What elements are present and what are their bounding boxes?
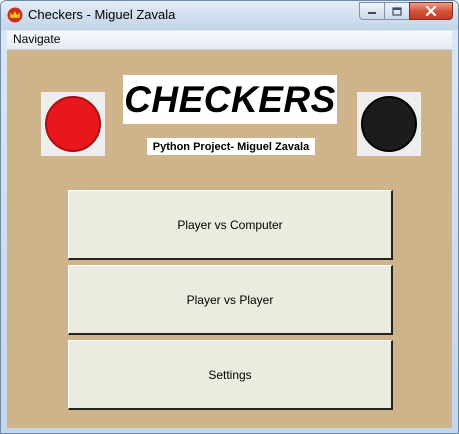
close-button[interactable] xyxy=(409,2,453,20)
title-bar[interactable]: Checkers - Miguel Zavala xyxy=(1,1,458,30)
red-checker-icon xyxy=(45,96,101,152)
window-controls xyxy=(359,2,453,20)
crown-icon xyxy=(7,7,23,23)
main-panel: CHECKERS Python Project- Miguel Zavala P… xyxy=(7,50,452,428)
maximize-button[interactable] xyxy=(384,2,410,20)
menu-bar: Navigate xyxy=(7,31,452,50)
black-piece-frame xyxy=(357,92,421,156)
maximize-icon xyxy=(392,6,402,16)
app-window: Checkers - Miguel Zavala Navigate CHECKE… xyxy=(0,0,459,434)
settings-button[interactable]: Settings xyxy=(68,340,393,410)
menu-navigate[interactable]: Navigate xyxy=(13,32,60,46)
minimize-button[interactable] xyxy=(359,2,385,20)
window-title: Checkers - Miguel Zavala xyxy=(28,7,176,22)
player-vs-computer-button[interactable]: Player vs Computer xyxy=(68,190,393,260)
logo-text: CHECKERS xyxy=(124,78,336,120)
logo-banner: CHECKERS xyxy=(123,75,337,124)
minimize-icon xyxy=(368,12,376,14)
black-checker-icon xyxy=(361,96,417,152)
close-icon xyxy=(425,6,437,16)
player-vs-player-button[interactable]: Player vs Player xyxy=(68,265,393,335)
subtitle-label: Python Project- Miguel Zavala xyxy=(147,138,315,155)
red-piece-frame xyxy=(41,92,105,156)
